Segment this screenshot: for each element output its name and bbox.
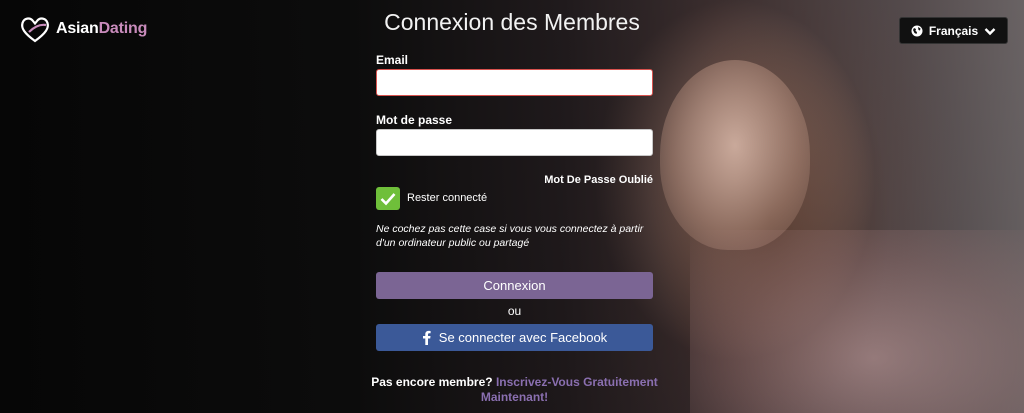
email-label: Email xyxy=(376,53,409,67)
forgot-password-link[interactable]: Mot De Passe Oublié xyxy=(544,174,653,186)
signup-prompt: Pas encore membre? Inscrivez-Vous Gratui… xyxy=(346,375,683,405)
remember-me-label[interactable]: Rester connecté xyxy=(407,192,487,204)
facebook-login-button[interactable]: Se connecter avec Facebook xyxy=(376,324,653,351)
login-button[interactable]: Connexion xyxy=(376,272,653,299)
page-title: Connexion des Membres xyxy=(384,9,640,35)
email-field[interactable] xyxy=(376,69,653,96)
remember-me-checkbox[interactable] xyxy=(376,187,400,210)
login-button-label: Connexion xyxy=(483,278,546,293)
facebook-login-label: Se connecter avec Facebook xyxy=(438,330,608,345)
signup-link[interactable]: Inscrivez-Vous Gratuitement Maintenant! xyxy=(481,375,658,404)
public-computer-note: Ne cochez pas cette case si vous vous co… xyxy=(376,223,644,249)
checkmark-icon xyxy=(380,192,396,205)
signup-prompt-text: Pas encore membre? xyxy=(371,375,493,389)
or-separator: ou xyxy=(507,304,522,318)
background-photo xyxy=(0,0,1024,413)
password-label: Mot de passe xyxy=(376,113,453,127)
facebook-icon xyxy=(422,330,431,345)
password-field[interactable] xyxy=(376,129,653,156)
